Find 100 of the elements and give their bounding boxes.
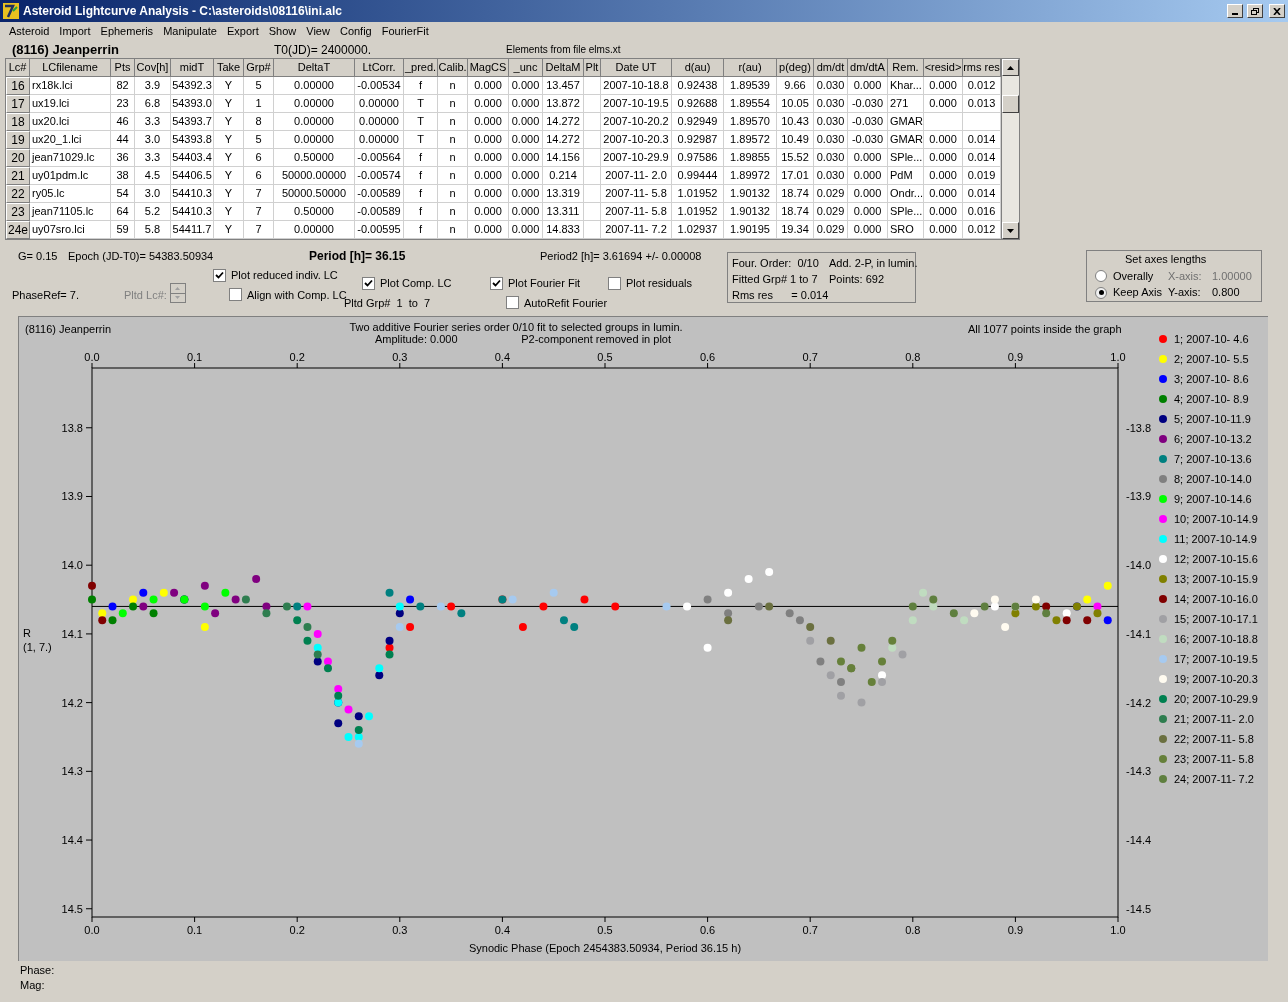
column-header[interactable]: Date UT bbox=[601, 59, 672, 77]
scrollbar[interactable] bbox=[1002, 58, 1020, 240]
scroll-thumb[interactable] bbox=[1002, 95, 1019, 113]
column-header[interactable]: Calib. bbox=[438, 59, 468, 77]
column-header[interactable]: Take bbox=[214, 59, 244, 77]
table-cell: 0.000 bbox=[509, 203, 543, 221]
scroll-down-button[interactable] bbox=[1002, 222, 1019, 239]
app-logo-icon bbox=[3, 3, 19, 19]
legend-label: 6; 2007-10-13.2 bbox=[1174, 431, 1252, 447]
up-arrow-icon bbox=[1007, 65, 1014, 70]
table-cell: 44 bbox=[111, 131, 135, 149]
column-header[interactable]: midT bbox=[171, 59, 214, 77]
row-header[interactable]: 24e bbox=[6, 221, 30, 239]
table-cell: 5 bbox=[244, 131, 274, 149]
column-header[interactable]: LtCorr. bbox=[355, 59, 404, 77]
row-header[interactable]: 23 bbox=[6, 203, 30, 221]
column-header[interactable]: <resid> bbox=[924, 59, 963, 77]
table-cell: 0.000 bbox=[924, 77, 963, 95]
point bbox=[354, 726, 363, 735]
point bbox=[1093, 602, 1102, 611]
column-header[interactable]: p(deg) bbox=[777, 59, 814, 77]
table-cell: 0.000 bbox=[509, 149, 543, 167]
menu-item[interactable]: Asteroid bbox=[4, 23, 55, 40]
column-header[interactable]: dm/dt bbox=[814, 59, 848, 77]
point bbox=[457, 609, 466, 618]
table-cell bbox=[584, 131, 601, 149]
down-arrow-icon bbox=[175, 296, 181, 300]
table-cell: 5 bbox=[244, 77, 274, 95]
menu-item[interactable]: Show bbox=[263, 23, 302, 40]
menu-item[interactable]: FourierFit bbox=[376, 23, 434, 40]
checkbox[interactable]: Plot Comp. LC bbox=[362, 275, 490, 292]
y-tick-label: 14.4 bbox=[61, 834, 83, 847]
table-cell: 0.030 bbox=[814, 131, 848, 149]
x-tick-label: 0.9 bbox=[1007, 351, 1024, 363]
radio-button[interactable]: Overally bbox=[1095, 267, 1168, 285]
column-header[interactable]: DeltaM bbox=[543, 59, 584, 77]
y-tick-label: 14.2 bbox=[61, 696, 83, 709]
point bbox=[1001, 623, 1010, 632]
column-header[interactable]: Pts bbox=[111, 59, 135, 77]
table-cell: 0.000 bbox=[924, 149, 963, 167]
point bbox=[683, 602, 692, 611]
table-cell: 0.000 bbox=[468, 113, 509, 131]
table-cell: 0.92688 bbox=[672, 95, 724, 113]
menu-item[interactable]: Config bbox=[334, 23, 377, 40]
table-cell: 18.74 bbox=[777, 203, 814, 221]
row-header[interactable]: 22 bbox=[6, 185, 30, 203]
column-header[interactable]: dm/dtA bbox=[848, 59, 888, 77]
legend-label: 4; 2007-10- 8.9 bbox=[1174, 391, 1249, 407]
column-header[interactable]: r(au) bbox=[724, 59, 777, 77]
check-icon bbox=[215, 270, 224, 280]
spin-button[interactable] bbox=[169, 283, 186, 303]
point bbox=[395, 623, 404, 632]
point bbox=[662, 602, 671, 611]
column-header[interactable]: d(au) bbox=[672, 59, 724, 77]
x-tick-label: 0.0 bbox=[84, 351, 100, 363]
row-header[interactable]: 17 bbox=[6, 95, 30, 113]
row-header[interactable]: 16 bbox=[6, 77, 30, 95]
point bbox=[1062, 609, 1071, 618]
column-header[interactable]: Grp# bbox=[244, 59, 274, 77]
table-cell: 1.90132 bbox=[724, 203, 777, 221]
restore-button[interactable] bbox=[1247, 4, 1263, 18]
table-cell: ry05.lc bbox=[30, 185, 111, 203]
column-header[interactable]: MagCS bbox=[468, 59, 509, 77]
close-button[interactable] bbox=[1269, 4, 1285, 18]
menu-item[interactable]: Export bbox=[221, 23, 264, 40]
legend-label: 17; 2007-10-19.5 bbox=[1174, 651, 1258, 667]
checkbox[interactable]: Plot Fourier Fit bbox=[490, 275, 608, 292]
column-header[interactable]: Lc# bbox=[6, 59, 30, 77]
row-header[interactable]: 19 bbox=[6, 131, 30, 149]
table-cell: 0.000 bbox=[509, 167, 543, 185]
table-cell: 54393.8 bbox=[171, 131, 214, 149]
y-axis-note: (1, 7.) bbox=[23, 641, 52, 654]
checkbox[interactable]: Plot reduced indiv. LC bbox=[213, 267, 362, 284]
menu-item[interactable]: Import bbox=[54, 23, 96, 40]
checkbox[interactable]: AutoRefit Fourier bbox=[506, 294, 608, 311]
checkbox[interactable]: Plot residuals bbox=[608, 275, 693, 292]
column-header[interactable]: DeltaT bbox=[274, 59, 355, 77]
column-header[interactable]: LCfilename bbox=[30, 59, 111, 77]
radio-button[interactable]: Keep Axis bbox=[1095, 284, 1168, 301]
column-header[interactable]: rms res bbox=[963, 59, 1001, 77]
minimize-button[interactable] bbox=[1227, 4, 1243, 18]
point bbox=[724, 588, 733, 597]
column-header[interactable]: Rem. bbox=[888, 59, 924, 77]
menu-item[interactable]: View bbox=[301, 23, 335, 40]
column-header[interactable]: Plt bbox=[584, 59, 601, 77]
row-header[interactable]: 18 bbox=[6, 113, 30, 131]
x-tick-label: 1.0 bbox=[1110, 924, 1126, 936]
row-header[interactable]: 21 bbox=[6, 167, 30, 185]
column-header[interactable]: _pred. bbox=[404, 59, 438, 77]
menu-item[interactable]: Ephemeris bbox=[95, 23, 159, 40]
table-cell: 0.019 bbox=[963, 167, 1001, 185]
scroll-up-button[interactable] bbox=[1002, 59, 1019, 76]
legend-label: 9; 2007-10-14.6 bbox=[1174, 491, 1252, 507]
menu-item[interactable]: Manipulate bbox=[158, 23, 222, 40]
column-header[interactable]: Cov[h] bbox=[135, 59, 171, 77]
table-cell: 2007-11- 5.8 bbox=[601, 203, 672, 221]
column-header[interactable]: _unc bbox=[509, 59, 543, 77]
row-header[interactable]: 20 bbox=[6, 149, 30, 167]
table-cell: 54392.3 bbox=[171, 77, 214, 95]
x-tick-label: 0.4 bbox=[494, 351, 511, 363]
